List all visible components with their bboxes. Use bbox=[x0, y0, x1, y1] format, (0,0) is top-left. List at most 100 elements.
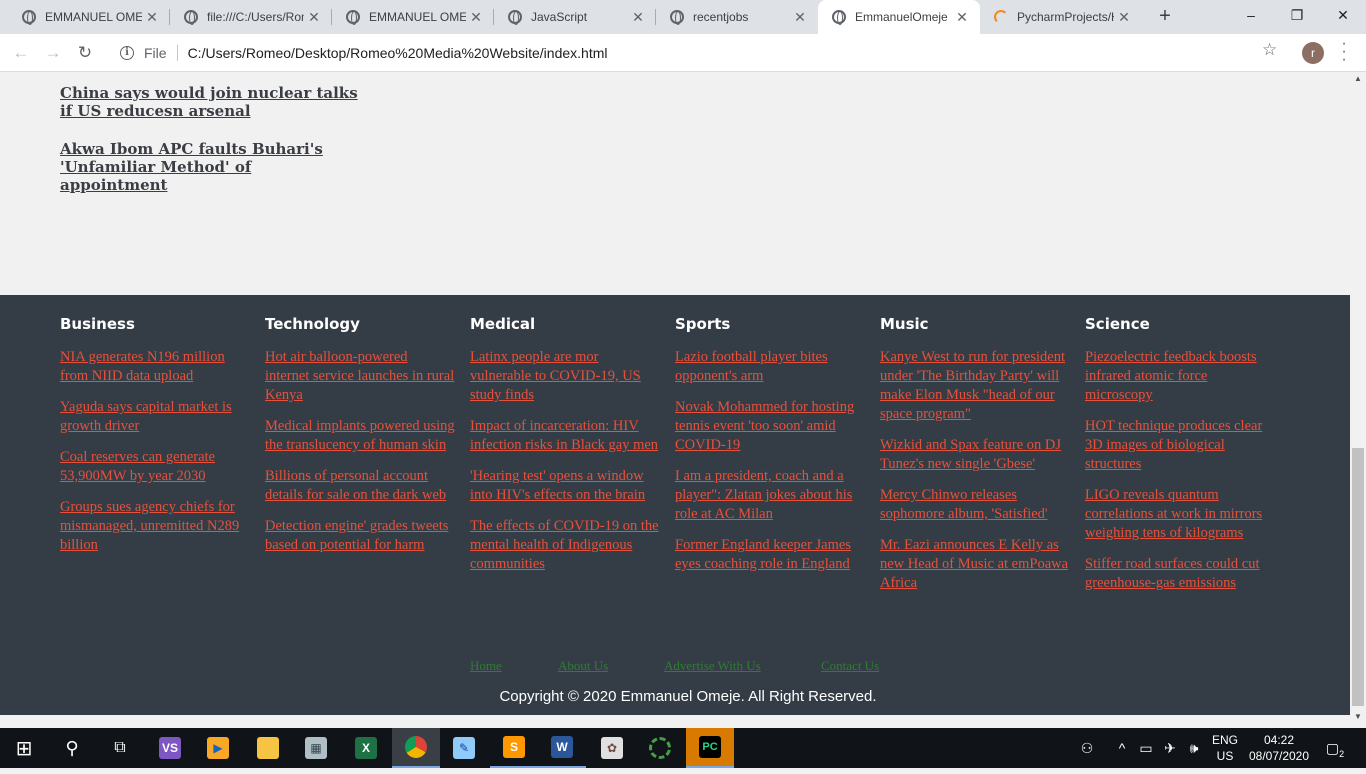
taskbar-paint[interactable]: ✿ bbox=[588, 728, 636, 768]
tab-emmanuel-omeje-2[interactable]: EMMANUEL OMEJE ✕ bbox=[332, 0, 494, 34]
airplane-mode-icon[interactable]: ✈ bbox=[1160, 728, 1180, 768]
close-tab-icon[interactable]: ✕ bbox=[466, 9, 486, 26]
profile-avatar[interactable]: r bbox=[1302, 42, 1324, 64]
close-tab-icon[interactable]: ✕ bbox=[952, 9, 972, 26]
footer-news-link[interactable]: Former England keeper James eyes coachin… bbox=[675, 536, 865, 574]
taskbar-media-player[interactable]: ▶ bbox=[194, 728, 242, 768]
footer-nav-contact-us[interactable]: Contact Us bbox=[821, 658, 879, 674]
input-language[interactable]: ENG US bbox=[1210, 732, 1240, 764]
browser-toolbar: ← → ↻ i File C:/Users/Romeo/Desktop/Rome… bbox=[0, 34, 1366, 72]
taskbar-excel[interactable]: X bbox=[342, 728, 390, 768]
footer-news-link[interactable]: Groups sues agency chiefs for mismanaged… bbox=[60, 498, 250, 555]
chrome-icon bbox=[405, 736, 427, 758]
footer-news-link[interactable]: Latinx people are mor vulnerable to COVI… bbox=[470, 348, 660, 405]
page-scrollbar[interactable]: ▲ ▼ bbox=[1350, 72, 1366, 728]
paint-icon: ✿ bbox=[601, 737, 623, 759]
action-center-button[interactable]: ▢2 bbox=[1320, 728, 1350, 768]
scrollbar-thumb[interactable] bbox=[1352, 448, 1364, 706]
start-button[interactable]: ⊞ bbox=[0, 728, 48, 768]
taskbar-file-explorer[interactable] bbox=[244, 728, 292, 768]
taskbar-word[interactable]: W bbox=[538, 728, 586, 768]
footer-news-link[interactable]: Lazio football player bites opponent's a… bbox=[675, 348, 865, 386]
restore-button[interactable]: ❐ bbox=[1274, 0, 1320, 30]
page-bottom-strip bbox=[0, 715, 1350, 728]
volume-icon[interactable]: 🕪 bbox=[1184, 728, 1204, 768]
notepad-icon: ✎ bbox=[453, 737, 475, 759]
back-button[interactable]: ← bbox=[8, 40, 34, 66]
task-view-button[interactable]: ⧉ bbox=[96, 728, 144, 768]
close-tab-icon[interactable]: ✕ bbox=[628, 9, 648, 26]
close-tab-icon[interactable]: ✕ bbox=[304, 9, 324, 26]
globe-icon bbox=[184, 10, 198, 25]
tab-strip: EMMANUEL OMEJE ✕ file:///C:/Users/Romeo … bbox=[0, 0, 1366, 34]
taskbar-sublime-text[interactable]: S bbox=[490, 728, 538, 768]
search-button[interactable]: ⚲ bbox=[48, 728, 96, 768]
browser-menu-icon[interactable]: · · · bbox=[1338, 36, 1350, 68]
column-heading: Science bbox=[1085, 315, 1150, 333]
windows-start-icon: ⊞ bbox=[15, 737, 33, 760]
system-clock[interactable]: 04:22 08/07/2020 bbox=[1248, 732, 1310, 764]
close-window-button[interactable]: ✕ bbox=[1320, 0, 1366, 30]
taskbar-notepad[interactable]: ✎ bbox=[440, 728, 488, 768]
footer-news-link[interactable]: Yaguda says capital market is growth dri… bbox=[60, 398, 250, 436]
new-tab-button[interactable]: + bbox=[1152, 4, 1178, 30]
footer-news-link[interactable]: Wizkid and Spax feature on DJ Tunez's ne… bbox=[880, 436, 1070, 474]
scroll-down-arrow-icon[interactable]: ▼ bbox=[1350, 710, 1366, 724]
footer-news-link[interactable]: LIGO reveals quantum correlations at wor… bbox=[1085, 486, 1275, 543]
footer-news-link[interactable]: NIA generates N196 million from NIID dat… bbox=[60, 348, 250, 386]
footer-news-link[interactable]: Piezoelectric feedback boosts infrared a… bbox=[1085, 348, 1275, 405]
windows-taskbar: ⊞ ⚲ ⧉ VS ▶ ▦ X ✎ S W ✿ PC ⚇ ^ ▭ ✈ 🕪 ENG … bbox=[0, 728, 1366, 768]
footer-column-music: Music Kanye West to run for president un… bbox=[880, 315, 1070, 605]
taskbar-calculator[interactable]: ▦ bbox=[292, 728, 340, 768]
page-viewport: China says would join nuclear talks if U… bbox=[0, 72, 1350, 715]
footer-news-link[interactable]: The effects of COVID-19 on the mental he… bbox=[470, 517, 660, 574]
reload-button[interactable]: ↻ bbox=[72, 40, 98, 66]
footer-news-link[interactable]: HOT technique produces clear 3D images o… bbox=[1085, 417, 1275, 474]
tab-file-users[interactable]: file:///C:/Users/Romeo ✕ bbox=[170, 0, 332, 34]
footer-nav-about-us[interactable]: About Us bbox=[558, 658, 608, 674]
footer-news-link[interactable]: Coal reserves can generate 53,900MW by y… bbox=[60, 448, 250, 486]
tab-recentjobs[interactable]: recentjobs ✕ bbox=[656, 0, 818, 34]
footer-news-link[interactable]: Mr. Eazi announces E Kelly as new Head o… bbox=[880, 536, 1070, 593]
footer-news-link[interactable]: Billions of personal account details for… bbox=[265, 467, 455, 505]
footer-nav-home[interactable]: Home bbox=[470, 658, 502, 674]
excel-icon: X bbox=[355, 737, 377, 759]
taskbar-app-ring[interactable] bbox=[636, 728, 684, 768]
footer-news-link[interactable]: Impact of incarceration: HIV infection r… bbox=[470, 417, 660, 455]
footer-news-link[interactable]: Medical implants powered using the trans… bbox=[265, 417, 455, 455]
close-tab-icon[interactable]: ✕ bbox=[142, 9, 162, 26]
footer-nav-advertise[interactable]: Advertise With Us bbox=[664, 658, 761, 674]
taskbar-chrome[interactable] bbox=[392, 728, 440, 768]
address-bar[interactable]: i File C:/Users/Romeo/Desktop/Romeo%20Me… bbox=[108, 39, 1292, 67]
footer-news-link[interactable]: Stiffer road surfaces could cut greenhou… bbox=[1085, 555, 1275, 593]
footer-news-link[interactable]: Novak Mohammed for hosting tennis event … bbox=[675, 398, 865, 455]
url-text[interactable]: C:/Users/Romeo/Desktop/Romeo%20Media%20W… bbox=[188, 45, 608, 61]
footer-news-link[interactable]: Kanye West to run for president under 'T… bbox=[880, 348, 1070, 424]
tab-pycharmprojects[interactable]: PycharmProjects/H ✕ bbox=[980, 0, 1142, 34]
tab-javascript[interactable]: JavaScript ✕ bbox=[494, 0, 656, 34]
headline-link[interactable]: Akwa Ibom APC faults Buhari's 'Unfamilia… bbox=[60, 140, 360, 194]
minimize-button[interactable]: – bbox=[1228, 0, 1274, 30]
close-tab-icon[interactable]: ✕ bbox=[790, 9, 810, 26]
close-tab-icon[interactable]: ✕ bbox=[1114, 9, 1134, 26]
footer-news-link[interactable]: Hot air balloon-powered internet service… bbox=[265, 348, 455, 405]
footer-news-link[interactable]: Mercy Chinwo releases sophomore album, '… bbox=[880, 486, 1070, 524]
show-hidden-icons-icon[interactable]: ^ bbox=[1114, 728, 1130, 768]
column-heading: Technology bbox=[265, 315, 360, 333]
footer-news-link[interactable]: Detection engine' grades tweets based on… bbox=[265, 517, 455, 555]
globe-icon bbox=[22, 10, 36, 25]
tab-title: PycharmProjects/H bbox=[1017, 10, 1114, 24]
taskbar-pycharm[interactable]: PC bbox=[686, 728, 734, 768]
scroll-up-arrow-icon[interactable]: ▲ bbox=[1350, 72, 1366, 86]
forward-button[interactable]: → bbox=[40, 40, 66, 66]
tab-emmanuelomeje-active[interactable]: EmmanuelOmeje ✕ bbox=[818, 0, 980, 34]
tab-emmanuel-omeje-1[interactable]: EMMANUEL OMEJE ✕ bbox=[8, 0, 170, 34]
footer-news-link[interactable]: 'Hearing test' opens a window into HIV's… bbox=[470, 467, 660, 505]
headline-link[interactable]: China says would join nuclear talks if U… bbox=[60, 84, 360, 120]
footer-news-link[interactable]: I am a president, coach and a player": Z… bbox=[675, 467, 865, 524]
taskbar-visual-studio[interactable]: VS bbox=[146, 728, 194, 768]
people-icon[interactable]: ⚇ bbox=[1076, 728, 1098, 768]
bookmark-star-icon[interactable]: ☆ bbox=[1262, 40, 1277, 60]
battery-icon[interactable]: ▭ bbox=[1136, 728, 1156, 768]
info-icon[interactable]: i bbox=[120, 46, 134, 60]
